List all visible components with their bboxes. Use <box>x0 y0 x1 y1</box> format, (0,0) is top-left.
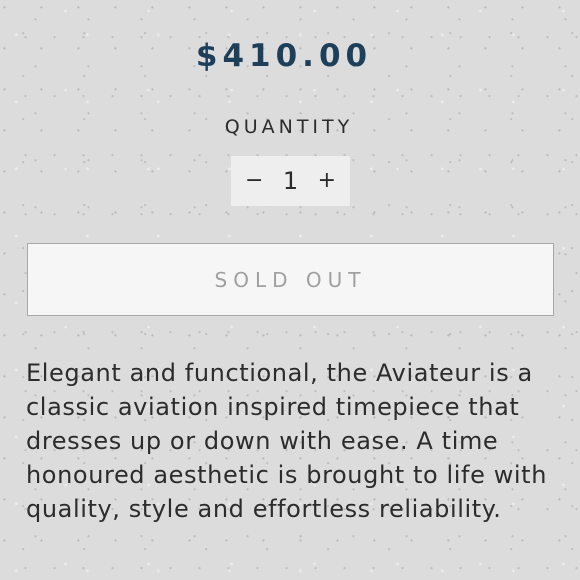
decrement-button[interactable]: − <box>245 170 263 192</box>
quantity-stepper: − 1 + <box>231 156 350 206</box>
increment-button[interactable]: + <box>318 170 336 192</box>
sold-out-button[interactable]: SOLD OUT <box>27 243 554 316</box>
quantity-value[interactable]: 1 <box>276 169 306 193</box>
quantity-label: QUANTITY <box>224 116 354 138</box>
product-price: $410.00 <box>195 38 373 74</box>
product-description: Elegant and functional, the Aviateur is … <box>26 359 548 523</box>
